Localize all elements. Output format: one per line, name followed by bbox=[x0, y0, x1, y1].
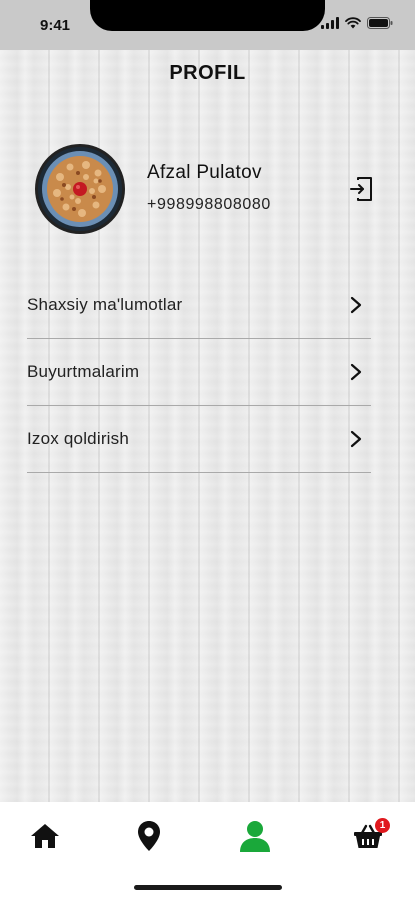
home-icon bbox=[31, 824, 59, 848]
menu-item-label: Shaxsiy ma'lumotlar bbox=[27, 295, 183, 314]
signal-icon bbox=[321, 17, 339, 29]
user-phone: +998998808080 bbox=[147, 196, 271, 213]
chevron-right-icon bbox=[350, 296, 362, 314]
menu-item-label: Izox qoldirish bbox=[27, 429, 130, 448]
user-name: Afzal Pulatov bbox=[147, 162, 262, 183]
user-icon bbox=[240, 821, 270, 852]
menu-item-leave-feedback[interactable]: Izox qoldirish bbox=[27, 406, 371, 473]
battery-icon bbox=[367, 17, 393, 29]
page-title: PROFIL bbox=[169, 62, 246, 84]
location-pin-icon bbox=[138, 821, 160, 851]
logout-button[interactable] bbox=[348, 175, 374, 203]
status-bar: 9:41 bbox=[0, 0, 415, 50]
profile-menu: Shaxsiy ma'lumotlar Buyurtmalarim Izox q… bbox=[27, 272, 371, 473]
menu-item-my-orders[interactable]: Buyurtmalarim bbox=[27, 339, 371, 406]
nav-location-button[interactable] bbox=[127, 816, 171, 856]
logout-icon bbox=[350, 177, 372, 201]
notch bbox=[90, 0, 325, 31]
chevron-right-icon bbox=[350, 363, 362, 381]
menu-item-personal-info[interactable]: Shaxsiy ma'lumotlar bbox=[27, 272, 371, 339]
menu-item-label: Buyurtmalarim bbox=[27, 362, 140, 381]
cart-badge: 1 bbox=[375, 818, 390, 833]
nav-cart-button[interactable]: 1 bbox=[346, 816, 390, 856]
home-indicator bbox=[134, 885, 282, 890]
nav-profile-button[interactable] bbox=[233, 816, 277, 856]
status-icons bbox=[321, 17, 393, 29]
wifi-icon bbox=[345, 17, 361, 29]
food-plate-image bbox=[38, 147, 122, 231]
chevron-right-icon bbox=[350, 430, 362, 448]
nav-home-button[interactable] bbox=[23, 816, 67, 856]
phone-screen: 9:41 PROFIL Afzal Pulatov +998998808080 … bbox=[0, 0, 415, 900]
avatar bbox=[35, 144, 125, 234]
status-time: 9:41 bbox=[40, 17, 71, 34]
